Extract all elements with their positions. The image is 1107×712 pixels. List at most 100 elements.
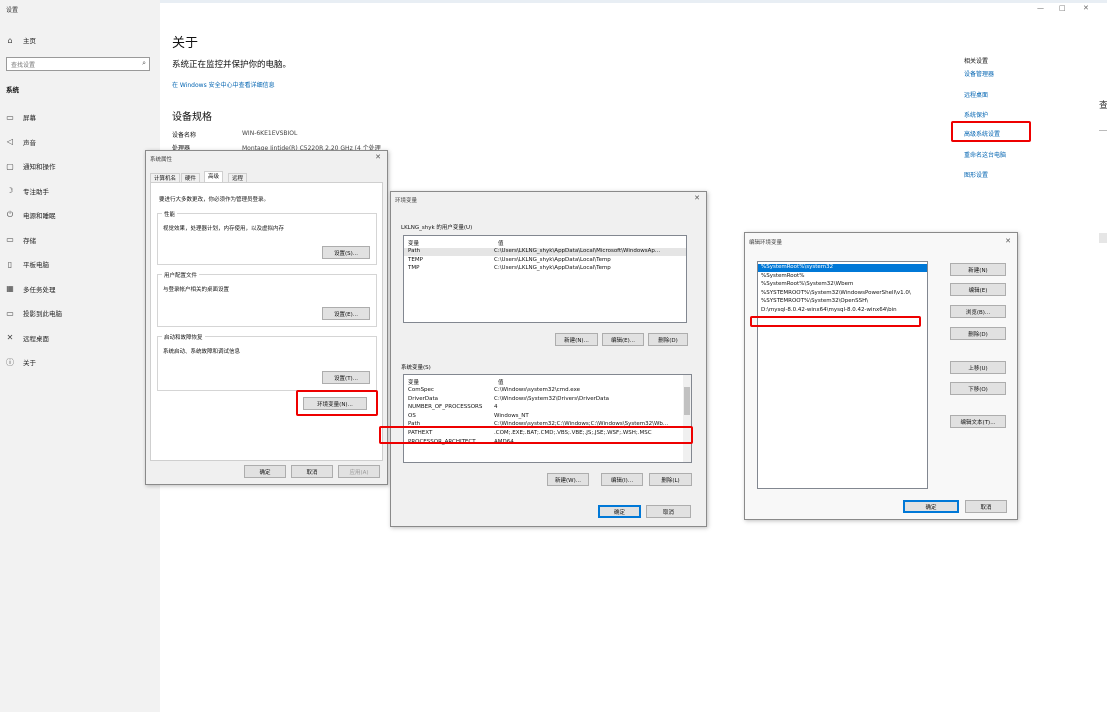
sidebar-item-label: 投影到此电脑 [23,310,62,318]
sidebar-item-1[interactable]: ◁ 声音 [0,133,160,151]
scrollbar-thumb[interactable] [684,387,690,415]
scrollbar[interactable] [683,375,691,462]
table-row[interactable]: Path C:\Users\LKLNG_shyk\AppData\Local\Mi… [404,248,686,256]
list-item[interactable]: %SYSTEMROOT%\System32\OpenSSH\ [758,298,927,306]
tab-advanced[interactable]: 高级 [204,171,224,182]
system-vars-list[interactable]: 变量 值 ComSpec C:\Windows\system32\cmd.exe D… [403,374,692,463]
var-value: C:\Users\LKLNG_shyk\AppData\Local\Temp [494,256,611,263]
sidebar-item-3[interactable]: ☽ 专注助手 [0,182,160,200]
device-name-label: 设备名称 [172,132,197,139]
link-device-manager[interactable]: 设备管理器 [964,69,994,78]
ok-button[interactable]: 确定 [903,500,959,513]
link-graphics[interactable]: 图形设置 [964,170,988,179]
group-desc: 与登录帐户相关的桌面设置 [163,287,230,293]
security-link[interactable]: 在 Windows 安全中心中查看详细信息 [172,80,275,89]
perf-settings-button[interactable]: 设置(S)... [322,246,370,259]
minimize-button[interactable]: — [1037,4,1044,12]
partial-window-glyph: 查 [1099,101,1107,111]
tab-hardware[interactable]: 硬件 [181,173,201,182]
sidebar-item-label: 电源和睡眠 [23,212,56,220]
var-value: C:\Windows\System32\Drivers\DriverData [494,395,610,402]
remote-icon: ✕ [6,333,14,342]
edit-env-variable-dialog: 编辑环境变量 ✕ %SystemRoot%\system32 %SystemRoo… [744,232,1018,520]
close-icon[interactable]: ✕ [375,153,381,161]
power-icon: ⏻ [6,210,14,219]
maximize-button[interactable]: □ [1059,4,1066,12]
edit-button[interactable]: 编辑(E) [950,283,1006,296]
group-title: 性能 [162,210,178,218]
ok-button[interactable]: 确定 [244,465,286,478]
sidebar-item-5[interactable]: ▭ 存储 [0,231,160,249]
var-name: NUMBER_OF_PROCESSORS [408,404,483,411]
link-rename-pc[interactable]: 重命名这台电脑 [964,150,1006,159]
link-remote-desktop[interactable]: 远程桌面 [964,90,988,99]
sidebar-item-10[interactable]: ⓘ 关于 [0,353,160,371]
sidebar-item-label: 专注助手 [23,187,49,196]
specs-title: 设备规格 [172,112,212,123]
browse-button[interactable]: 浏览(B)... [950,305,1006,318]
sidebar-item-label: 平板电脑 [23,261,49,269]
storage-icon: ▭ [6,235,14,244]
list-item[interactable]: %SystemRoot%\system32 [758,264,927,272]
sidebar-item-7[interactable]: ▦ 多任务处理 [0,280,160,298]
table-row[interactable]: ComSpec C:\Windows\system32\cmd.exe [404,387,691,395]
top-strip [160,0,1107,3]
group-desc: 系统启动、系统故障和调试信息 [163,349,241,355]
close-button[interactable]: ✕ [1083,4,1089,12]
path-entries-list[interactable]: %SystemRoot%\system32 %SystemRoot% %System… [757,261,928,489]
cancel-button[interactable]: 取消 [646,505,691,518]
sidebar-item-label: 声音 [23,138,36,147]
var-name: DriverData [408,395,439,402]
tab-computer-name[interactable]: 计算机名 [150,173,181,182]
related-title: 相关设置 [964,58,989,65]
cancel-button[interactable]: 取消 [965,500,1007,513]
section-title: 系统 [6,86,19,94]
move-down-button[interactable]: 下移(O) [950,382,1006,395]
move-up-button[interactable]: 上移(U) [950,361,1006,374]
sys-edit-button[interactable]: 编辑(I)... [601,473,643,486]
apply-button[interactable]: 应用(A) [338,465,380,478]
dialog-title: 编辑环境变量 [749,240,783,246]
cancel-button[interactable]: 取消 [291,465,333,478]
close-icon[interactable]: ✕ [694,194,700,202]
sidebar-item-2[interactable]: ▢ 通知和操作 [0,157,160,175]
ok-button[interactable]: 确定 [598,505,641,518]
close-icon[interactable]: ✕ [1005,237,1011,245]
sidebar-item-4[interactable]: ⏻ 电源和睡眠 [0,206,160,224]
table-row[interactable]: OS Windows_NT [404,413,691,421]
user-delete-button[interactable]: 删除(D) [648,333,688,346]
sys-delete-button[interactable]: 删除(L) [649,473,692,486]
delete-button[interactable]: 删除(D) [950,327,1006,340]
edit-text-button[interactable]: 编辑文本(T)... [950,415,1006,428]
group-performance: 性能 视觉效果，处理器计划，内存使用，以及虚拟内存 设置(S)... [157,210,377,265]
list-item[interactable]: %SystemRoot%\System32\Wbem [758,281,927,289]
sidebar-item-6[interactable]: ▯ 平板电脑 [0,255,160,273]
table-row[interactable]: DriverData C:\Windows\System32\Drivers\Dr… [404,396,691,404]
user-vars-list[interactable]: 变量 值 Path C:\Users\LKLNG_shyk\AppData\Loc… [403,235,687,323]
settings-search-input[interactable]: 查找设置 ⌕ [6,57,150,71]
list-item[interactable]: D:\mysql-8.0.42-winx64\mysql-8.0.42-winx… [758,307,927,315]
profile-settings-button[interactable]: 设置(E)... [322,307,370,320]
table-row[interactable]: NUMBER_OF_PROCESSORS 4 [404,404,691,412]
list-item[interactable]: %SYSTEMROOT%\System32\WindowsPowerShell\… [758,290,927,298]
sidebar-item-8[interactable]: ▭ 投影到此电脑 [0,304,160,322]
highlight-advanced-settings [951,121,1031,142]
list-item[interactable]: %SystemRoot% [758,273,927,281]
sidebar-item-0[interactable]: ▭ 屏幕 [0,108,160,126]
nav-home[interactable]: ⌂ 主页 [0,31,160,49]
sys-new-button[interactable]: 新建(W)... [547,473,589,486]
tab-remote[interactable]: 远程 [228,173,248,182]
startup-settings-button[interactable]: 设置(T)... [322,371,370,384]
page-title: 关于 [172,36,199,51]
group-user-profile: 用户配置文件 与登录帐户相关的桌面设置 设置(E)... [157,271,377,327]
link-system-protection[interactable]: 系统保护 [964,110,988,119]
table-row[interactable]: TEMP C:\Users\LKLNG_shyk\AppData\Local\Te… [404,257,686,265]
sidebar-item-9[interactable]: ✕ 远程桌面 [0,329,160,347]
sys-vars-label: 系统变量(S) [401,365,431,371]
user-edit-button[interactable]: 编辑(E)... [602,333,644,346]
partial-divider [1099,130,1107,131]
environment-variables-dialog: 环境变量 ✕ LKLNG_shyk 的用户变量(U) 变量 值 Path C:\U… [379,191,707,527]
table-row[interactable]: TMP C:\Users\LKLNG_shyk\AppData\Local\Tem… [404,265,686,273]
new-button[interactable]: 新建(N) [950,263,1006,276]
user-new-button[interactable]: 新建(N)... [555,333,598,346]
